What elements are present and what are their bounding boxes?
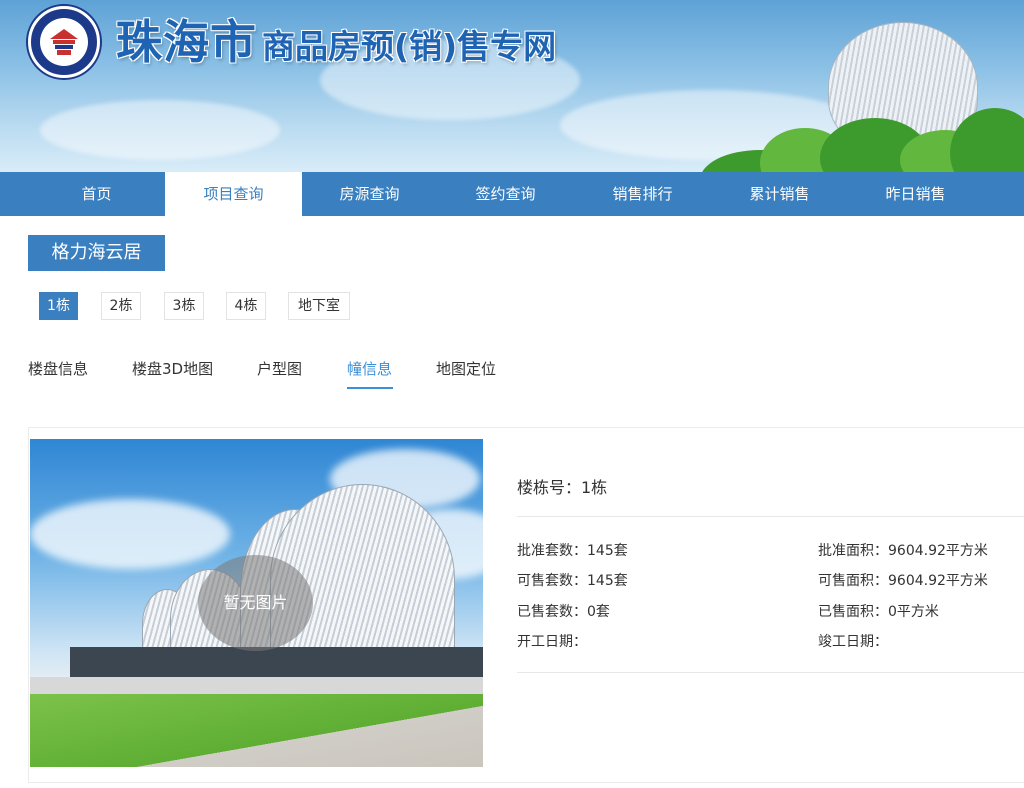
start-date: 开工日期： [517,634,587,650]
active-tab-indicator [347,387,393,389]
site-title-rest: 商品房预(销)售专网 [262,27,557,66]
divider [517,516,1024,517]
nav-cumulative-sales[interactable]: 累计销售 [711,172,848,216]
tab-project-info[interactable]: 楼盘信息 [28,358,88,379]
no-image-placeholder: 暂无图片 [198,555,313,651]
available-units: 可售套数：145套 [517,573,628,589]
main-nav: 首页 项目查询 房源查询 签约查询 销售排行 累计销售 昨日销售 [0,172,1024,216]
site-title-city: 珠海市 [116,15,257,69]
tab-map-location[interactable]: 地图定位 [436,358,496,379]
tab-building-info[interactable]: 幢信息 [347,358,392,379]
building-tab-2[interactable]: 2栋 [101,292,141,320]
nav-yesterday-sales[interactable]: 昨日销售 [847,172,984,216]
nav-contract-search[interactable]: 签约查询 [437,172,574,216]
nav-project-search[interactable]: 项目查询 [165,172,302,216]
available-area: 可售面积：9604.92平方米 [818,573,988,589]
divider [517,672,1024,673]
sold-area: 已售面积：0平方米 [818,604,939,620]
building-tab-1[interactable]: 1栋 [39,292,78,320]
tab-3d-map[interactable]: 楼盘3D地图 [132,358,213,379]
building-tab-basement[interactable]: 地下室 [288,292,350,320]
real-estate-registration-logo [28,6,100,78]
nav-listing-search[interactable]: 房源查询 [301,172,438,216]
tab-floor-plan[interactable]: 户型图 [257,358,302,379]
header-banner: 珠海市 商品房预(销)售专网 [0,0,1024,172]
nav-home[interactable]: 首页 [28,172,165,216]
building-number: 楼栋号：1栋 [517,478,608,497]
building-tab-4[interactable]: 4栋 [226,292,266,320]
completion-date: 竣工日期： [818,634,888,650]
project-title: 格力海云居 [28,235,165,271]
approved-area: 批准面积：9604.92平方米 [818,543,988,559]
building-tab-3[interactable]: 3栋 [164,292,204,320]
nav-sales-ranking[interactable]: 销售排行 [574,172,711,216]
approved-units: 批准套数：145套 [517,543,628,559]
sold-units: 已售套数：0套 [517,604,610,620]
